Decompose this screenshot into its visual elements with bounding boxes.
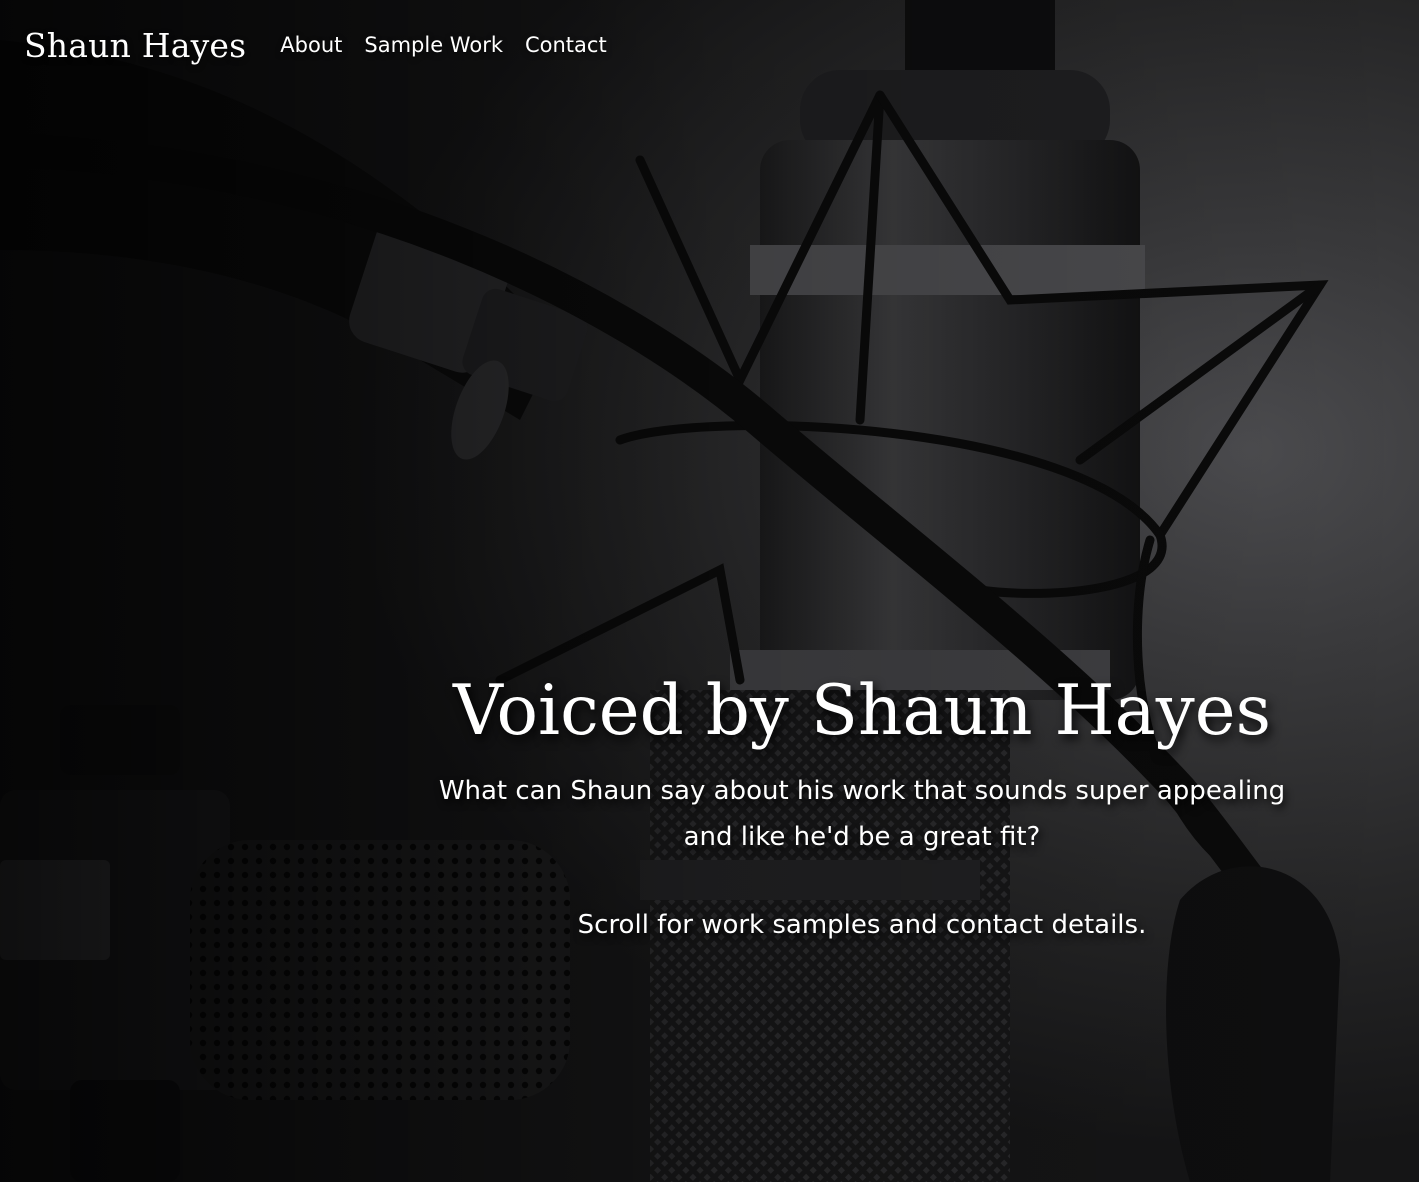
- page: Shaun Hayes About Sample Work Contact Vo…: [0, 0, 1419, 1182]
- site-brand-link[interactable]: Shaun Hayes: [24, 26, 246, 65]
- nav-item-contact: Contact: [525, 33, 607, 57]
- nav-links: About Sample Work Contact: [280, 33, 606, 57]
- nav-link-about[interactable]: About: [280, 33, 342, 57]
- hero-title: Voiced by Shaun Hayes: [453, 671, 1271, 751]
- hero-subtitle: What can Shaun say about his work that s…: [438, 776, 1286, 853]
- hero-section: Voiced by Shaun Hayes What can Shaun say…: [412, 668, 1312, 948]
- nav-link-contact[interactable]: Contact: [525, 33, 607, 57]
- top-navigation: Shaun Hayes About Sample Work Contact: [24, 22, 607, 68]
- nav-link-sample-work[interactable]: Sample Work: [364, 33, 503, 57]
- hero-scroll-hint: Scroll for work samples and contact deta…: [577, 910, 1147, 941]
- nav-item-about: About: [280, 33, 342, 57]
- nav-item-sample-work: Sample Work: [364, 33, 503, 57]
- hero-background-image: [0, 0, 1419, 1182]
